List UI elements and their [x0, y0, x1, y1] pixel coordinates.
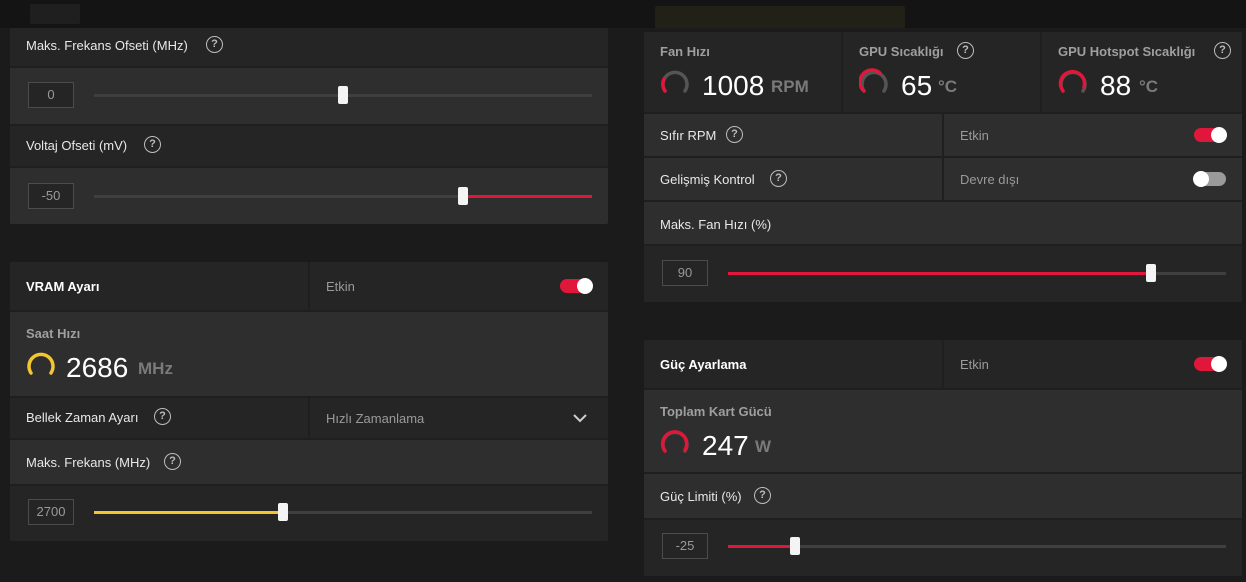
power-limit-slider-row: -25 [644, 520, 1242, 576]
slider-handle[interactable] [338, 86, 348, 104]
max-freq-value[interactable]: 2700 [28, 499, 74, 525]
gauge-icon [661, 70, 689, 93]
vram-clock-block: Saat Hızı 2686 MHz [10, 312, 608, 396]
zero-rpm-label: Sıfır RPM [660, 128, 717, 143]
gpu-hotspot-temp-metric: GPU Hotspot Sıcaklığı ? 88 °C [1042, 32, 1242, 112]
advanced-control-label: Gelişmiş Kontrol [660, 172, 755, 187]
chevron-down-icon [573, 414, 587, 423]
metric-unit: °C [1139, 77, 1159, 96]
help-icon[interactable]: ? [726, 126, 743, 143]
max-fan-speed-value[interactable]: 90 [662, 260, 708, 286]
gauge-icon [859, 68, 888, 93]
power-title: Güç Ayarlama [660, 357, 747, 372]
divider [942, 158, 944, 200]
gauge-icon [1058, 69, 1087, 93]
memory-timing-value: Hızlı Zamanlama [326, 411, 425, 426]
metric-value: 88 [1100, 70, 1132, 101]
board-power-value: 247 [702, 430, 749, 461]
advanced-control-toggle[interactable] [1193, 171, 1226, 187]
power-header: Güç Ayarlama Etkin [644, 340, 1242, 388]
voltage-offset-value[interactable]: -50 [28, 183, 74, 209]
max-freq-offset-value[interactable]: 0 [28, 82, 74, 108]
voltage-offset-slider-row: -50 [10, 168, 608, 224]
power-limit-row: Güç Limiti (%) ? [644, 474, 1242, 518]
slider-handle[interactable] [278, 503, 289, 521]
help-icon[interactable]: ? [754, 487, 771, 504]
max-freq-label: Maks. Frekans (MHz) [26, 455, 151, 470]
slider-handle[interactable] [790, 537, 801, 555]
gauge-icon [27, 352, 55, 375]
vram-toggle[interactable] [560, 278, 593, 294]
background-blur [30, 4, 80, 24]
power-toggle[interactable] [1194, 356, 1227, 372]
vram-panel: VRAM Ayarı Etkin Saat Hızı 2686 MHz Bell… [10, 262, 608, 541]
power-state-label: Etkin [960, 357, 989, 372]
zero-rpm-row: Sıfır RPM ? Etkin [644, 114, 1242, 156]
fan-metrics-row: Fan Hızı 1008 RPM GPU Sıcaklığı ? 65 °C … [644, 32, 1242, 112]
advanced-control-state-label: Devre dışı [960, 172, 1020, 187]
vram-title: VRAM Ayarı [26, 279, 100, 294]
metric-value: 1008 [702, 70, 765, 101]
help-icon[interactable]: ? [957, 42, 974, 59]
slider-fill [728, 545, 796, 548]
clock-speed-label: Saat Hızı [26, 326, 81, 341]
zero-rpm-state-label: Etkin [960, 128, 989, 143]
power-limit-label: Güç Limiti (%) [660, 489, 742, 504]
memory-timing-row: Bellek Zaman Ayarı ? Hızlı Zamanlama [10, 398, 608, 438]
max-fan-speed-row: Maks. Fan Hızı (%) [644, 202, 1242, 244]
slider-track[interactable] [728, 545, 1226, 548]
voltage-offset-label: Voltaj Ofseti (mV) [26, 138, 128, 153]
help-icon[interactable]: ? [770, 170, 787, 187]
metric-label: GPU Sıcaklığı [859, 44, 944, 59]
metric-label: GPU Hotspot Sıcaklığı [1058, 44, 1196, 59]
zero-rpm-toggle[interactable] [1194, 127, 1227, 143]
slider-fill [728, 272, 1152, 275]
fan-speed-metric: Fan Hızı 1008 RPM [644, 32, 841, 112]
max-fan-speed-slider-row: 90 [644, 246, 1242, 302]
memory-timing-dropdown[interactable]: Hızlı Zamanlama [310, 398, 608, 438]
power-limit-value[interactable]: -25 [662, 533, 708, 559]
top-bar-background [0, 0, 1246, 28]
vram-state-label: Etkin [326, 279, 355, 294]
help-icon[interactable]: ? [206, 36, 223, 53]
gpu-temp-metric: GPU Sıcaklığı ? 65 °C [843, 32, 1040, 112]
help-icon[interactable]: ? [1214, 42, 1231, 59]
divider [942, 114, 944, 156]
metric-label: Fan Hızı [660, 44, 710, 59]
metric-value: 65 [901, 70, 933, 101]
advanced-control-row: Gelişmiş Kontrol ? Devre dışı [644, 158, 1242, 200]
clock-speed-unit: MHz [138, 359, 173, 378]
divider [942, 340, 944, 388]
board-power-unit: W [755, 437, 772, 456]
max-freq-offset-row: Maks. Frekans Ofseti (MHz) ? [10, 28, 608, 66]
max-freq-offset-label: Maks. Frekans Ofseti (MHz) [26, 38, 188, 53]
vram-header: VRAM Ayarı Etkin [10, 262, 608, 310]
max-fan-speed-label: Maks. Fan Hızı (%) [660, 217, 772, 232]
board-power-label: Toplam Kart Gücü [660, 404, 772, 419]
clock-speed-value: 2686 [66, 352, 129, 383]
help-icon[interactable]: ? [154, 408, 171, 425]
metric-unit: °C [938, 77, 958, 96]
gauge-icon [660, 430, 689, 453]
slider-fill [462, 195, 592, 198]
memory-timing-label: Bellek Zaman Ayarı [26, 410, 139, 425]
max-freq-slider-row: 2700 [10, 486, 608, 541]
slider-handle[interactable] [1146, 264, 1157, 282]
slider-handle[interactable] [457, 187, 468, 205]
power-panel: Güç Ayarlama Etkin Toplam Kart Gücü 247 … [644, 340, 1242, 576]
help-icon[interactable]: ? [144, 136, 161, 153]
max-freq-row: Maks. Frekans (MHz) ? [10, 440, 608, 484]
metric-unit: RPM [771, 77, 809, 96]
max-freq-offset-slider-row: 0 [10, 68, 608, 124]
help-icon[interactable]: ? [164, 453, 181, 470]
voltage-offset-row: Voltaj Ofseti (mV) ? [10, 126, 608, 166]
slider-fill [94, 511, 284, 514]
frequency-voltage-panel: Maks. Frekans Ofseti (MHz) ? 0 Voltaj Of… [10, 28, 608, 224]
divider [308, 262, 310, 310]
background-blur [655, 6, 905, 28]
board-power-block: Toplam Kart Gücü 247 W [644, 390, 1242, 472]
fan-panel: Fan Hızı 1008 RPM GPU Sıcaklığı ? 65 °C … [644, 32, 1242, 302]
